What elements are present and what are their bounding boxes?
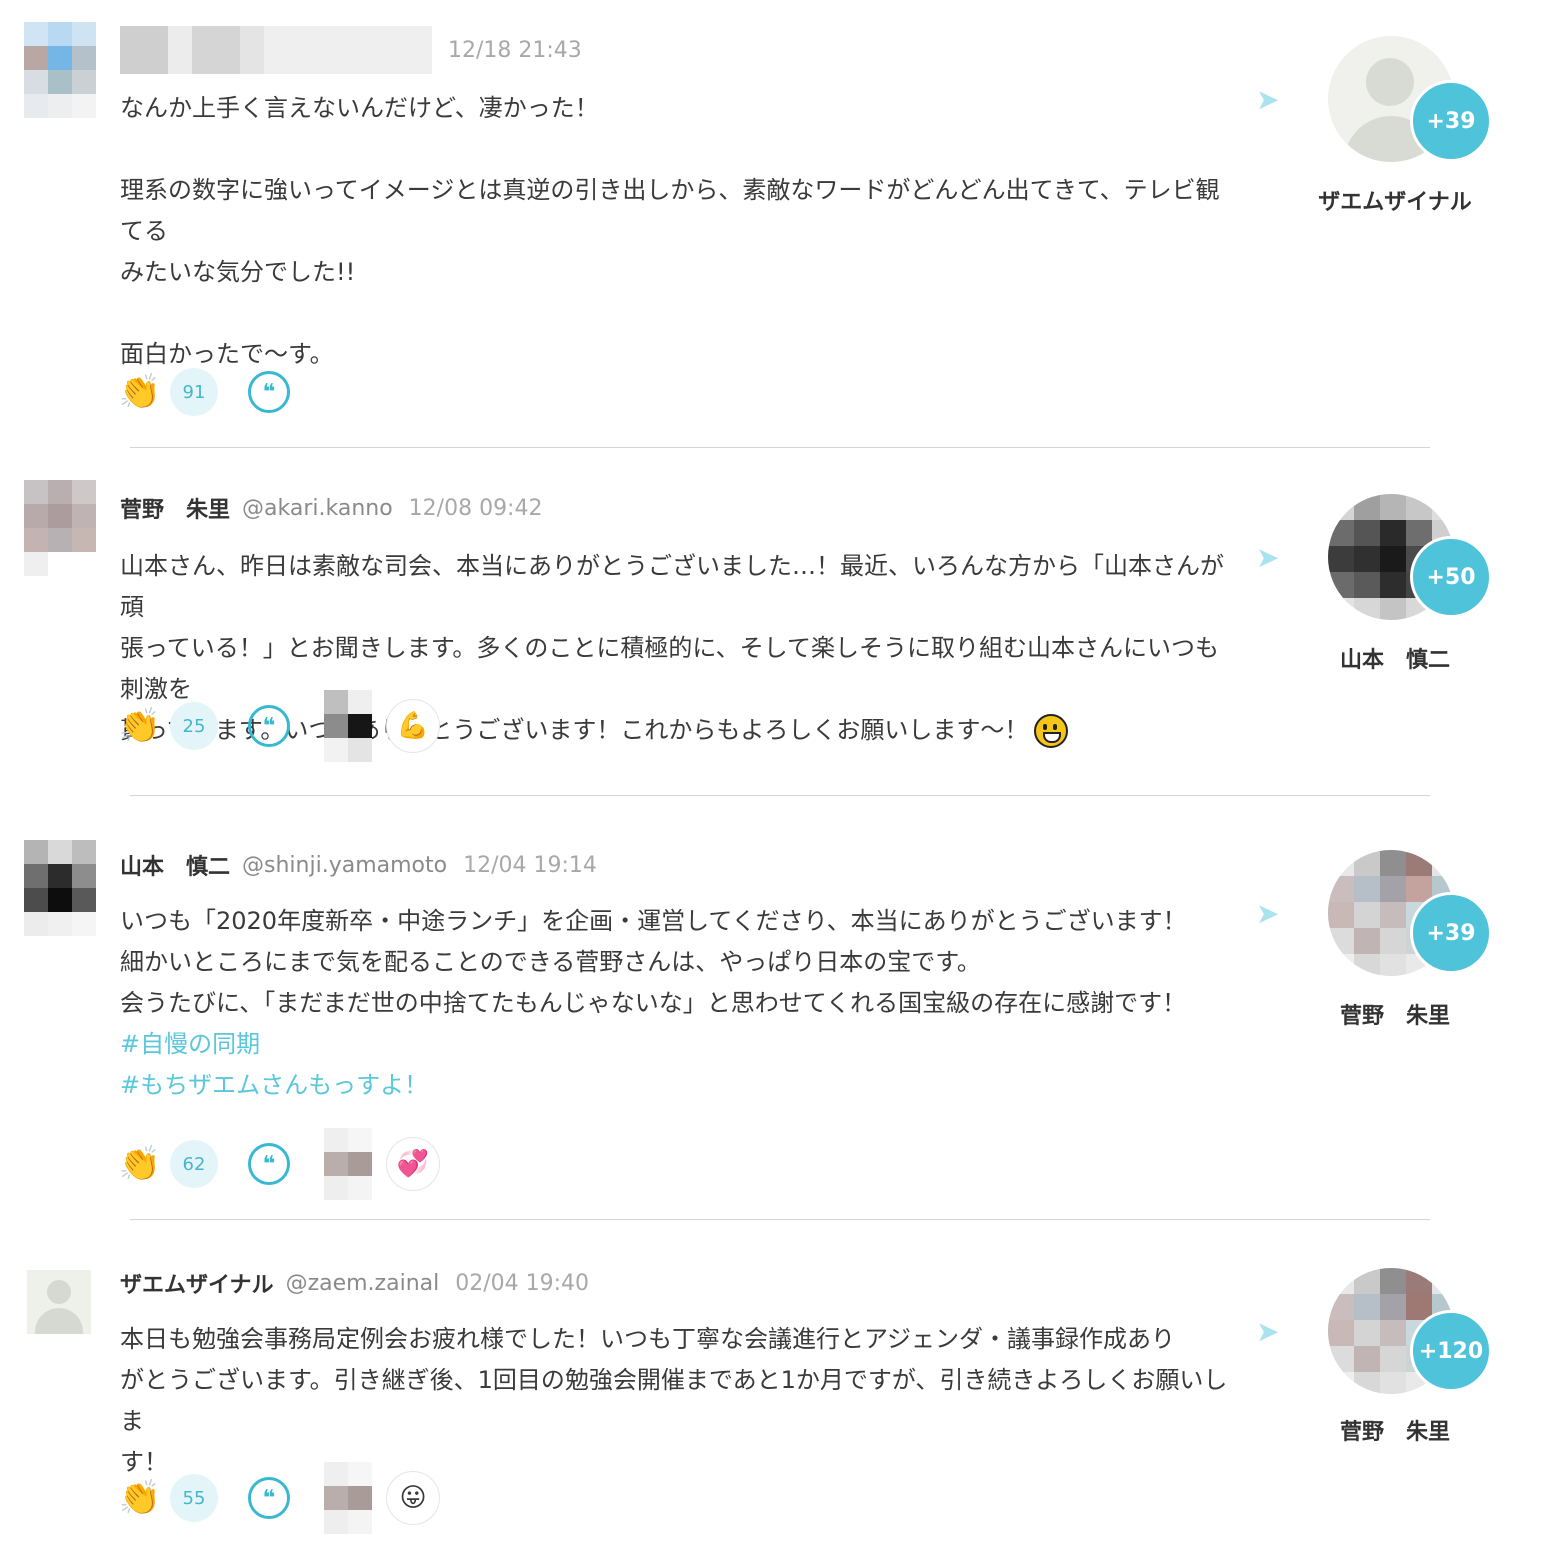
post-divider	[130, 795, 1430, 796]
post-actions: 👏 91 ❝	[118, 362, 290, 422]
reaction-emoji[interactable]: 💞	[386, 1137, 440, 1191]
recipient-bonus-badge: +39	[1410, 892, 1492, 974]
recipient-bonus-badge: +39	[1410, 80, 1492, 162]
recipient-bonus-badge: +120	[1410, 1310, 1492, 1392]
send-arrow-icon: ➤	[1256, 83, 1280, 116]
author-name[interactable]: 菅野 朱里	[120, 492, 230, 524]
author-avatar[interactable]	[24, 22, 96, 118]
recipient-name[interactable]: 山本 慎二	[1300, 642, 1490, 674]
post-timestamp: 12/18 21:43	[448, 37, 582, 63]
post-line: がとうございます。引き継ぎ後、1回目の勉強会開催まであと1か月ですが、引き続きよ…	[120, 1366, 1228, 1435]
post-divider	[130, 447, 1430, 448]
clap-icon[interactable]: 👏	[118, 704, 162, 748]
reactor-avatar[interactable]	[324, 1128, 372, 1200]
quote-icon[interactable]: ❝	[248, 371, 290, 413]
quote-icon[interactable]: ❝	[248, 1477, 290, 1519]
author-avatar[interactable]	[24, 480, 96, 576]
post-body: なんか上手く言えないんだけど、凄かった！ 理系の数字に強いってイメージとは真逆の…	[120, 88, 1230, 375]
post-line: 山本さん、昨日は素敵な司会、本当にありがとうございました…！最近、いろんな方から…	[120, 552, 1224, 621]
author-avatar[interactable]	[27, 1270, 91, 1334]
author-name-blurred[interactable]	[120, 26, 432, 74]
grinning-face-icon	[1034, 714, 1069, 748]
reactor-avatar[interactable]	[324, 690, 372, 762]
clap-icon[interactable]: 👏	[118, 1142, 162, 1186]
hashtag-link[interactable]: #自慢の同期	[120, 1024, 1230, 1065]
post-actions: 👏 62 ❝ 💞	[118, 1128, 440, 1200]
author-avatar[interactable]	[24, 840, 96, 936]
recipient-bonus-badge: +50	[1410, 536, 1492, 618]
post-meta: ザエムザイナル @zaem.zainal 02/04 19:40	[120, 1263, 589, 1303]
post-line: 理系の数字に強いってイメージとは真逆の引き出しから、素敵なワードがどんどん出てき…	[120, 176, 1220, 245]
post-actions: 👏 55 ❝ 😛	[118, 1462, 440, 1534]
post-line: みたいな気分でした!!	[120, 258, 356, 286]
reaction-emoji[interactable]: 💪	[386, 699, 440, 753]
hashtag-link[interactable]: #もちザエムさんもっすよ！	[120, 1065, 1230, 1106]
quote-icon[interactable]: ❝	[248, 705, 290, 747]
author-name[interactable]: ザエムザイナル	[120, 1267, 274, 1299]
author-handle[interactable]: @akari.kanno	[242, 496, 393, 521]
post-line: 会うたびに、「まだまだ世の中捨てたもんじゃないな」と思わせてくれる国宝級の存在に…	[120, 989, 1187, 1017]
quote-icon[interactable]: ❝	[248, 1143, 290, 1185]
clap-count[interactable]: 25	[170, 702, 218, 750]
recipient-name[interactable]: 菅野 朱里	[1300, 1414, 1490, 1446]
send-arrow-icon: ➤	[1256, 1315, 1280, 1348]
clap-icon[interactable]: 👏	[118, 1476, 162, 1520]
send-arrow-icon: ➤	[1256, 897, 1280, 930]
clap-count[interactable]: 55	[170, 1474, 218, 1522]
post-body: 本日も勉強会事務局定例会お疲れ様でした！いつも丁寧な会議進行とアジェンダ・議事録…	[120, 1319, 1230, 1483]
author-name[interactable]: 山本 慎二	[120, 849, 230, 881]
author-handle[interactable]: @zaem.zainal	[286, 1271, 440, 1296]
post-timestamp: 12/08 09:42	[408, 495, 543, 521]
reactor-avatar[interactable]	[324, 1462, 372, 1534]
post-meta: 12/18 21:43	[120, 26, 582, 74]
post-line: 細かいところにまで気を配ることのできる菅野さんは、やっぱり日本の宝です。	[120, 948, 981, 976]
post-timestamp: 12/04 19:14	[463, 852, 597, 878]
post-meta: 菅野 朱里 @akari.kanno 12/08 09:42	[120, 488, 542, 528]
recipient-name[interactable]: 菅野 朱里	[1300, 998, 1490, 1030]
post-body: いつも「2020年度新卒・中途ランチ」を企画・運営してくださり、本当にありがとう…	[120, 901, 1230, 1106]
recipient-name[interactable]: ザエムザイナル	[1300, 184, 1490, 216]
send-arrow-icon: ➤	[1256, 541, 1280, 574]
post-timestamp: 02/04 19:40	[455, 1270, 590, 1296]
author-handle[interactable]: @shinji.yamamoto	[242, 853, 447, 878]
post-line: 本日も勉強会事務局定例会お疲れ様でした！いつも丁寧な会議進行とアジェンダ・議事録…	[120, 1325, 1176, 1353]
post-divider	[130, 1219, 1430, 1220]
clap-icon[interactable]: 👏	[118, 370, 162, 414]
reaction-emoji[interactable]: 😛	[386, 1471, 440, 1525]
post-meta: 山本 慎二 @shinji.yamamoto 12/04 19:14	[120, 845, 597, 885]
post-line: なんか上手く言えないんだけど、凄かった！	[120, 94, 599, 122]
post-actions: 👏 25 ❝ 💪	[118, 690, 440, 762]
clap-count[interactable]: 62	[170, 1140, 218, 1188]
clap-count[interactable]: 91	[170, 368, 218, 416]
post-line: いつも「2020年度新卒・中途ランチ」を企画・運営してくださり、本当にありがとう…	[120, 907, 1187, 935]
